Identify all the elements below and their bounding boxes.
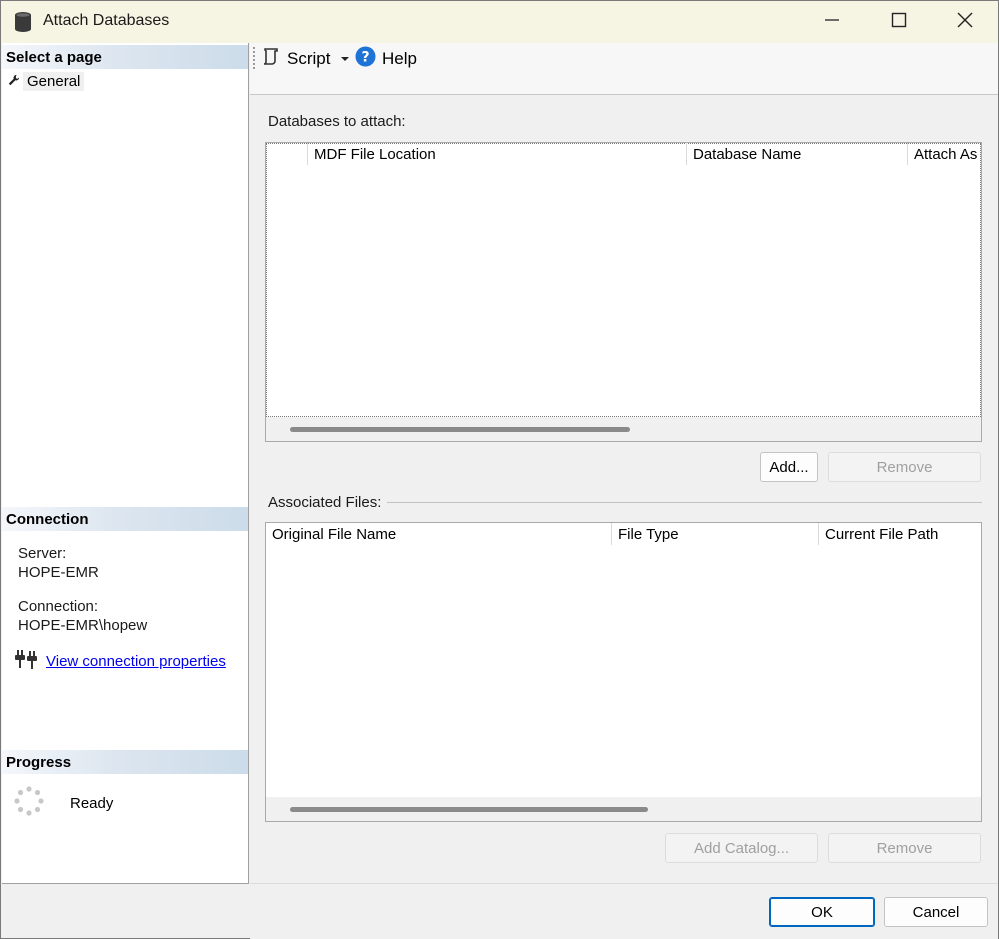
databases-grid-hscroll-track[interactable] [266, 417, 981, 441]
script-button[interactable]: Script [261, 47, 330, 71]
page-item-general[interactable]: General [8, 71, 85, 91]
connection-header: Connection [2, 507, 248, 531]
associated-files-label: Associated Files: [268, 494, 382, 511]
connection-properties-icon [14, 648, 38, 674]
progress-header: Progress [2, 750, 248, 774]
title-bar[interactable]: Attach Databases [1, 1, 998, 43]
window-title: Attach Databases [43, 12, 170, 29]
databases-grid-hscroll-thumb[interactable] [290, 427, 630, 432]
remove-database-button[interactable]: Remove [828, 452, 981, 482]
attach-databases-dialog: Attach Databases Select a page General C… [0, 0, 999, 939]
page-item-label: General [23, 71, 85, 91]
databases-to-attach-label: Databases to attach: [268, 113, 406, 130]
script-icon [261, 47, 281, 72]
script-dropdown-button[interactable] [340, 47, 350, 71]
connection-value: HOPE-EMR\hopew [18, 617, 148, 634]
caret-down-icon [340, 49, 350, 69]
svg-text:?: ? [361, 50, 369, 66]
close-icon [957, 12, 973, 32]
close-button[interactable] [932, 1, 998, 43]
minimize-button[interactable] [799, 1, 865, 43]
column-header-current-file-path[interactable]: Current File Path [819, 523, 981, 545]
spinner-icon [14, 786, 44, 820]
add-database-button[interactable]: Add... [760, 452, 818, 482]
column-header-attach-as[interactable]: Attach As [908, 143, 982, 165]
associated-files-grid-hscroll-track[interactable] [266, 797, 981, 821]
progress-status: Ready [14, 786, 113, 820]
add-catalog-button[interactable]: Add Catalog... [665, 833, 818, 863]
script-label: Script [287, 49, 331, 68]
column-header-select[interactable] [266, 143, 308, 165]
server-value: HOPE-EMR [18, 564, 99, 581]
select-page-header: Select a page [2, 45, 248, 69]
databases-grid-header: MDF File Location Database Name Attach A… [266, 143, 982, 165]
wrench-icon [8, 73, 20, 90]
databases-grid[interactable]: MDF File Location Database Name Attach A… [265, 142, 982, 442]
help-label: Help [382, 49, 417, 68]
grid-focus-rect [266, 143, 981, 417]
view-connection-properties[interactable]: View connection properties [14, 648, 226, 674]
view-connection-properties-link[interactable]: View connection properties [46, 653, 226, 670]
help-button[interactable]: ? Help [355, 46, 417, 72]
associated-files-grid-hscroll-thumb[interactable] [290, 807, 648, 812]
cancel-button[interactable]: Cancel [884, 897, 988, 927]
minimize-icon [824, 12, 840, 32]
toolbar-grip[interactable] [253, 47, 256, 69]
remove-file-button[interactable]: Remove [828, 833, 981, 863]
associated-files-grid[interactable]: Original File Name File Type Current Fil… [265, 522, 982, 822]
column-header-file-type[interactable]: File Type [612, 523, 819, 545]
connection-label: Connection: [18, 598, 99, 615]
ok-button[interactable]: OK [769, 897, 875, 927]
footer-separator [250, 883, 998, 884]
maximize-button[interactable] [866, 1, 932, 43]
server-label: Server: [18, 545, 67, 562]
database-icon [13, 11, 33, 33]
maximize-icon [891, 12, 907, 32]
column-header-original-file-name[interactable]: Original File Name [266, 523, 612, 545]
associated-files-grid-header: Original File Name File Type Current Fil… [266, 523, 981, 545]
column-header-database-name[interactable]: Database Name [687, 143, 908, 165]
column-header-mdf-file-location[interactable]: MDF File Location [308, 143, 687, 165]
associated-files-separator [387, 502, 982, 503]
left-pane: Select a page General Connection Server:… [2, 43, 249, 884]
help-icon: ? [355, 46, 376, 72]
progress-status-text: Ready [70, 794, 114, 812]
